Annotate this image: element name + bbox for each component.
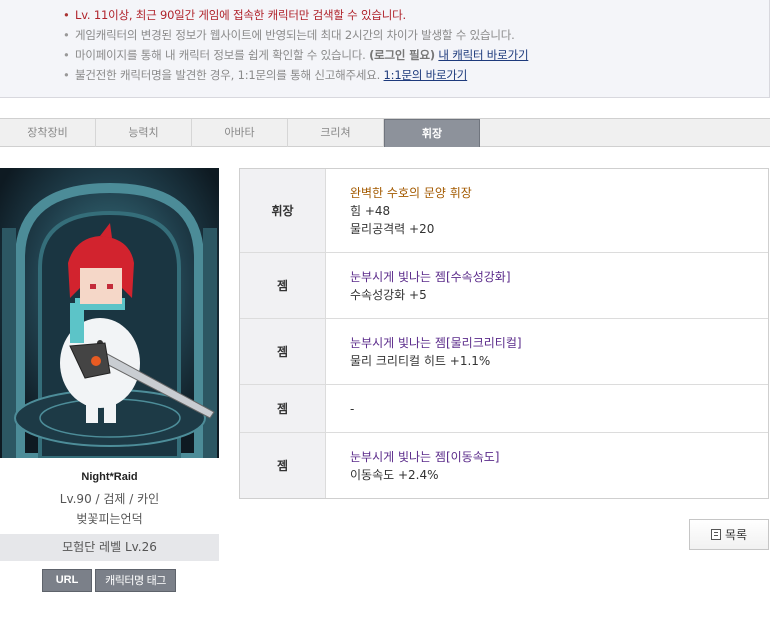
item-details: - [326, 385, 768, 432]
item-stat: 이동속도 +2.4% [350, 467, 439, 482]
slot-label: 젬 [240, 433, 326, 498]
item-stat: 물리 크리티컬 히트 +1.1% [350, 353, 491, 368]
notice-text: 게임캐릭터의 변경된 정보가 웹사이트에 반영되는데 최대 2시간의 차이가 발… [75, 28, 515, 42]
character-name: Night*Raid [81, 471, 138, 483]
slot-label: 젬 [240, 319, 326, 384]
notice-box: • Lv. 11이상, 최근 90일간 게임에 접속한 캐릭터만 검색할 수 있… [0, 0, 770, 98]
notice-line-4: • 불건전한 캐릭터명을 발견한 경우, 1:1문의를 통해 신고해주세요. 1… [63, 65, 769, 85]
equipment-tabs: 장착장비 능력치 아바타 크리쳐 휘장 [0, 118, 770, 147]
item-stat: 수속성강화 +5 [350, 287, 427, 302]
bullet-icon: • [63, 68, 70, 82]
bullet-icon: • [63, 8, 70, 22]
my-character-link[interactable]: 내 캐릭터 바로가기 [438, 48, 528, 62]
login-required-note: (로그인 필요) [369, 48, 435, 62]
notice-line-3: • 마이페이지를 통해 내 캐릭터 정보를 쉽게 확인할 수 있습니다. (로그… [63, 45, 769, 65]
item-name[interactable]: 눈부시게 빛나는 젬[수속성강화] [350, 268, 768, 286]
slot-label: 젬 [240, 253, 326, 318]
tab-stats[interactable]: 능력치 [96, 119, 192, 147]
tab-emblem[interactable]: 휘장 [384, 119, 480, 147]
item-name[interactable]: 눈부시게 빛나는 젬[물리크리티컬] [350, 334, 768, 352]
character-tag-button[interactable]: 캐릭터명 태그 [95, 569, 176, 592]
character-guild: 벚꽃피는언덕 [76, 512, 143, 526]
character-image [0, 168, 219, 458]
item-empty: - [350, 401, 355, 416]
bullet-icon: • [63, 28, 70, 42]
list-icon [710, 529, 721, 540]
item-name[interactable]: 눈부시게 빛나는 젬[이동속도] [350, 448, 768, 466]
item-details: 눈부시게 빛나는 젬[물리크리티컬] 물리 크리티컬 히트 +1.1% [326, 319, 768, 384]
item-stat: 힘 +48 [350, 203, 391, 218]
item-details: 눈부시게 빛나는 젬[수속성강화] 수속성강화 +5 [326, 253, 768, 318]
slot-label: 휘장 [240, 169, 326, 252]
table-row: 젬 - [240, 385, 768, 433]
table-row: 젬 눈부시게 빛나는 젬[수속성강화] 수속성강화 +5 [240, 253, 768, 319]
character-sprite-icon [0, 168, 219, 458]
list-button[interactable]: 목록 [689, 519, 769, 550]
item-details: 완벽한 수호의 문양 휘장 힘 +48 물리공격력 +20 [326, 169, 768, 252]
item-stat: 물리공격력 +20 [350, 221, 435, 236]
adventure-level: 모험단 레벨 Lv.26 [0, 534, 219, 561]
table-row: 젬 눈부시게 빛나는 젬[물리크리티컬] 물리 크리티컬 히트 +1.1% [240, 319, 768, 385]
character-level-class: Lv.90 / 검제 / 카인 [59, 492, 160, 506]
notice-text: 마이페이지를 통해 내 캐릭터 정보를 쉽게 확인할 수 있습니다. [75, 48, 366, 62]
notice-line-1: • Lv. 11이상, 최근 90일간 게임에 접속한 캐릭터만 검색할 수 있… [63, 5, 769, 25]
inquiry-link[interactable]: 1:1문의 바로가기 [384, 68, 468, 82]
emblem-table: 휘장 완벽한 수호의 문양 휘장 힘 +48 물리공격력 +20 젬 눈부시게 … [239, 168, 769, 499]
table-row: 젬 눈부시게 빛나는 젬[이동속도] 이동속도 +2.4% [240, 433, 768, 498]
notice-line-2: • 게임캐릭터의 변경된 정보가 웹사이트에 반영되는데 최대 2시간의 차이가… [63, 25, 769, 45]
slot-label: 젬 [240, 385, 326, 432]
item-details: 눈부시게 빛나는 젬[이동속도] 이동속도 +2.4% [326, 433, 768, 498]
table-row: 휘장 완벽한 수호의 문양 휘장 힘 +48 물리공격력 +20 [240, 169, 768, 253]
bullet-icon: • [63, 48, 70, 62]
url-button[interactable]: URL [42, 569, 92, 592]
tab-creature[interactable]: 크리쳐 [288, 119, 384, 147]
notice-text: Lv. 11이상, 최근 90일간 게임에 접속한 캐릭터만 검색할 수 있습니… [75, 8, 406, 22]
list-button-label: 목록 [724, 528, 748, 542]
notice-text: 불건전한 캐릭터명을 발견한 경우, 1:1문의를 통해 신고해주세요. [75, 68, 381, 82]
item-name[interactable]: 완벽한 수호의 문양 휘장 [350, 184, 768, 202]
tab-avatar[interactable]: 아바타 [192, 119, 288, 147]
tab-equipment[interactable]: 장착장비 [0, 119, 96, 147]
